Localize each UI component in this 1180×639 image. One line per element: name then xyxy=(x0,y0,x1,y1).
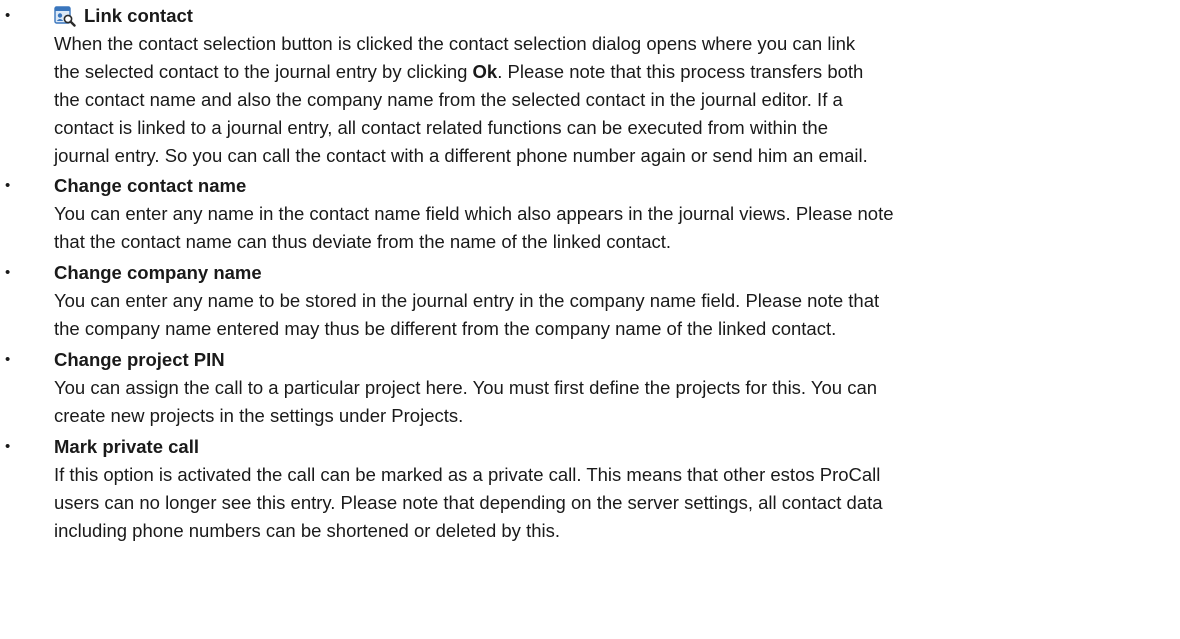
item-title-text: Link contact xyxy=(84,5,193,26)
list-item: • Change company name You can enter any na… xyxy=(0,259,1180,343)
list-item: • Mark private call If this option is acti… xyxy=(0,433,1180,545)
description-line: You can enter any name to be stored in t… xyxy=(54,287,1180,315)
description-text: that the contact name can thus deviate f… xyxy=(54,231,672,252)
description-line: users can no longer see this entry. Plea… xyxy=(54,489,1180,517)
description-line: the selected contact to the journal entr… xyxy=(54,58,1180,86)
bold-term: Ok xyxy=(472,61,498,82)
item-title-text: Change project PIN xyxy=(54,349,225,370)
description-line: create new projects in the settings unde… xyxy=(54,402,1180,430)
item-description: You can enter any name in the contact na… xyxy=(54,200,1180,256)
item-description: When the contact selection button is cli… xyxy=(54,30,1180,170)
description-text: When the contact selection button is cli… xyxy=(54,33,856,54)
bullet: • xyxy=(5,351,11,368)
description-text: If this option is activated the call can… xyxy=(54,464,881,485)
item-title-text: Mark private call xyxy=(54,436,199,457)
description-line: If this option is activated the call can… xyxy=(54,461,1180,489)
item-title: Link contact xyxy=(54,2,1180,30)
description-line: You can enter any name in the contact na… xyxy=(54,200,1180,228)
description-line: You can assign the call to a particular … xyxy=(54,374,1180,402)
bullet: • xyxy=(5,177,11,194)
description-text: . Please note that this process transfer… xyxy=(497,61,864,82)
description-line: When the contact selection button is cli… xyxy=(54,30,1180,58)
item-description: If this option is activated the call can… xyxy=(54,461,1180,545)
description-line: the contact name and also the company na… xyxy=(54,86,1180,114)
bullet: • xyxy=(5,438,11,455)
item-description: You can enter any name to be stored in t… xyxy=(54,287,1180,343)
item-title: Change contact name xyxy=(54,172,1180,200)
contact-search-icon xyxy=(54,5,76,27)
list-item: • Change contact name You can enter any na… xyxy=(0,172,1180,256)
list-item: • Link contact When the contact selection … xyxy=(0,2,1180,170)
description-line: including phone numbers can be shortened… xyxy=(54,517,1180,545)
bullet: • xyxy=(5,7,11,24)
description-text: the company name entered may thus be dif… xyxy=(54,318,837,339)
description-text: contact is linked to a journal entry, al… xyxy=(54,117,829,138)
description-line: journal entry. So you can call the conta… xyxy=(54,142,1180,170)
description-text: journal entry. So you can call the conta… xyxy=(54,145,868,166)
item-description: You can assign the call to a particular … xyxy=(54,374,1180,430)
item-title: Change project PIN xyxy=(54,346,1180,374)
description-text: You can enter any name to be stored in t… xyxy=(54,290,880,311)
description-text: You can assign the call to a particular … xyxy=(54,377,878,398)
description-text: create new projects in the settings unde… xyxy=(54,405,464,426)
bullet: • xyxy=(5,264,11,281)
description-line: contact is linked to a journal entry, al… xyxy=(54,114,1180,142)
item-title: Change company name xyxy=(54,259,1180,287)
item-title: Mark private call xyxy=(54,433,1180,461)
description-line: the company name entered may thus be dif… xyxy=(54,315,1180,343)
item-title-text: Change company name xyxy=(54,262,262,283)
description-line: that the contact name can thus deviate f… xyxy=(54,228,1180,256)
description-text: You can enter any name in the contact na… xyxy=(54,203,894,224)
document: • Link contact When the contact selection … xyxy=(0,0,1180,639)
description-text: users can no longer see this entry. Plea… xyxy=(54,492,883,513)
item-title-text: Change contact name xyxy=(54,175,247,196)
description-text: the selected contact to the journal entr… xyxy=(54,61,473,82)
description-text: the contact name and also the company na… xyxy=(54,89,843,110)
list-item: • Change project PIN You can assign the ca… xyxy=(0,346,1180,430)
description-text: including phone numbers can be shortened… xyxy=(54,520,561,541)
